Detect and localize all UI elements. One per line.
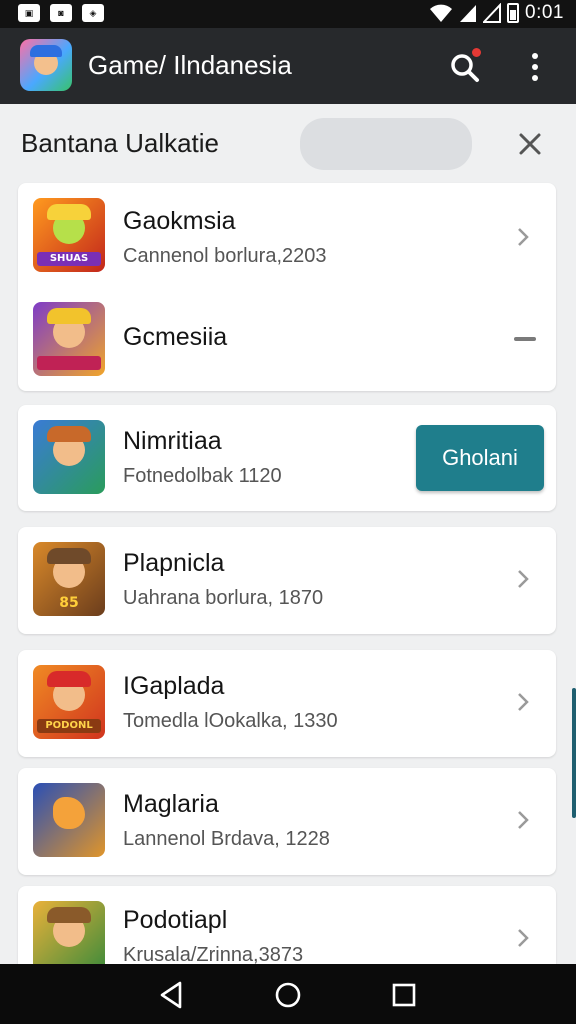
chevron-right-icon[interactable]	[514, 690, 532, 714]
list-item[interactable]: SHUAS Gaokmsia Cannenol borlura,2203	[18, 183, 556, 287]
list-item[interactable]: Maglaria Lannenol Brdava, 1228	[18, 768, 556, 872]
game-thumbnail: SHUAS	[33, 198, 105, 272]
filter-pill[interactable]	[300, 118, 472, 170]
list-item[interactable]: Nimritiaa Fotnedolbak 1120 Gholani	[18, 405, 556, 509]
game-card: Maglaria Lannenol Brdava, 1228	[18, 768, 556, 875]
app-title: Game/ Ilndanesia	[88, 50, 292, 80]
game-title: Maglaria	[123, 790, 219, 818]
chevron-right-icon[interactable]	[514, 567, 532, 591]
app-bar: Game/ Ilndanesia	[0, 28, 576, 104]
game-subtitle: Tomedla lOokalka, 1330	[123, 710, 338, 732]
signal-icon	[460, 5, 477, 22]
game-title: Gaokmsia	[123, 207, 236, 235]
game-thumbnail	[33, 302, 105, 376]
list-item[interactable]: Gcmesiia	[18, 287, 556, 391]
status-bar: ▣ ◙ ◈ 0:01	[0, 0, 576, 28]
game-subtitle: Fotnedolbak 1120	[123, 465, 282, 487]
navigation-bar	[0, 964, 576, 1024]
more-vert-icon[interactable]	[524, 50, 546, 84]
game-card: Nimritiaa Fotnedolbak 1120 Gholani	[18, 405, 556, 511]
game-title: Gcmesiia	[123, 323, 228, 351]
game-title: IGaplada	[123, 672, 225, 700]
chevron-right-icon[interactable]	[514, 808, 532, 832]
notification-icon: ◙	[50, 4, 72, 22]
section-title: Bantana Ualkatie	[21, 128, 220, 158]
search-icon[interactable]	[446, 50, 486, 86]
game-card: 85 Plapnicla Uahrana borlura, 1870	[18, 527, 556, 634]
game-subtitle: Uahrana borlura, 1870	[123, 587, 324, 609]
signal-icon-2	[483, 3, 502, 23]
list-item[interactable]: PODONL IGaplada Tomedla lOokalka, 1330	[18, 650, 556, 754]
game-subtitle: Cannenol borlura,2203	[123, 245, 327, 267]
game-card: PODONL IGaplada Tomedla lOokalka, 1330	[18, 650, 556, 757]
game-thumbnail	[33, 783, 105, 857]
game-thumbnail: 85	[33, 542, 105, 616]
game-title: Plapnicla	[123, 549, 225, 577]
minus-icon[interactable]	[514, 337, 536, 341]
notification-dot	[472, 48, 481, 57]
game-thumbnail: PODONL	[33, 665, 105, 739]
home-icon[interactable]	[272, 980, 304, 1010]
game-group-card: SHUAS Gaokmsia Cannenol borlura,2203 Gcm…	[18, 183, 556, 391]
notification-icon: ▣	[18, 4, 40, 22]
wifi-icon	[430, 4, 453, 22]
chevron-right-icon[interactable]	[514, 225, 532, 249]
game-title: Nimritiaa	[123, 427, 222, 455]
notification-icon: ◈	[82, 4, 104, 22]
game-thumbnail	[33, 420, 105, 494]
scrollbar[interactable]	[572, 688, 576, 818]
chevron-right-icon[interactable]	[514, 926, 532, 950]
download-button[interactable]: Gholani	[416, 425, 544, 491]
game-title: Podotiapl	[123, 906, 228, 934]
clock: 0:01	[525, 2, 564, 23]
app-logo-icon	[20, 39, 72, 91]
recents-icon[interactable]	[388, 980, 420, 1010]
close-icon[interactable]	[516, 130, 544, 158]
back-icon[interactable]	[156, 980, 188, 1010]
game-subtitle: Lannenol Brdava, 1228	[123, 828, 330, 850]
battery-icon	[507, 3, 520, 23]
list-item[interactable]: 85 Plapnicla Uahrana borlura, 1870	[18, 527, 556, 631]
